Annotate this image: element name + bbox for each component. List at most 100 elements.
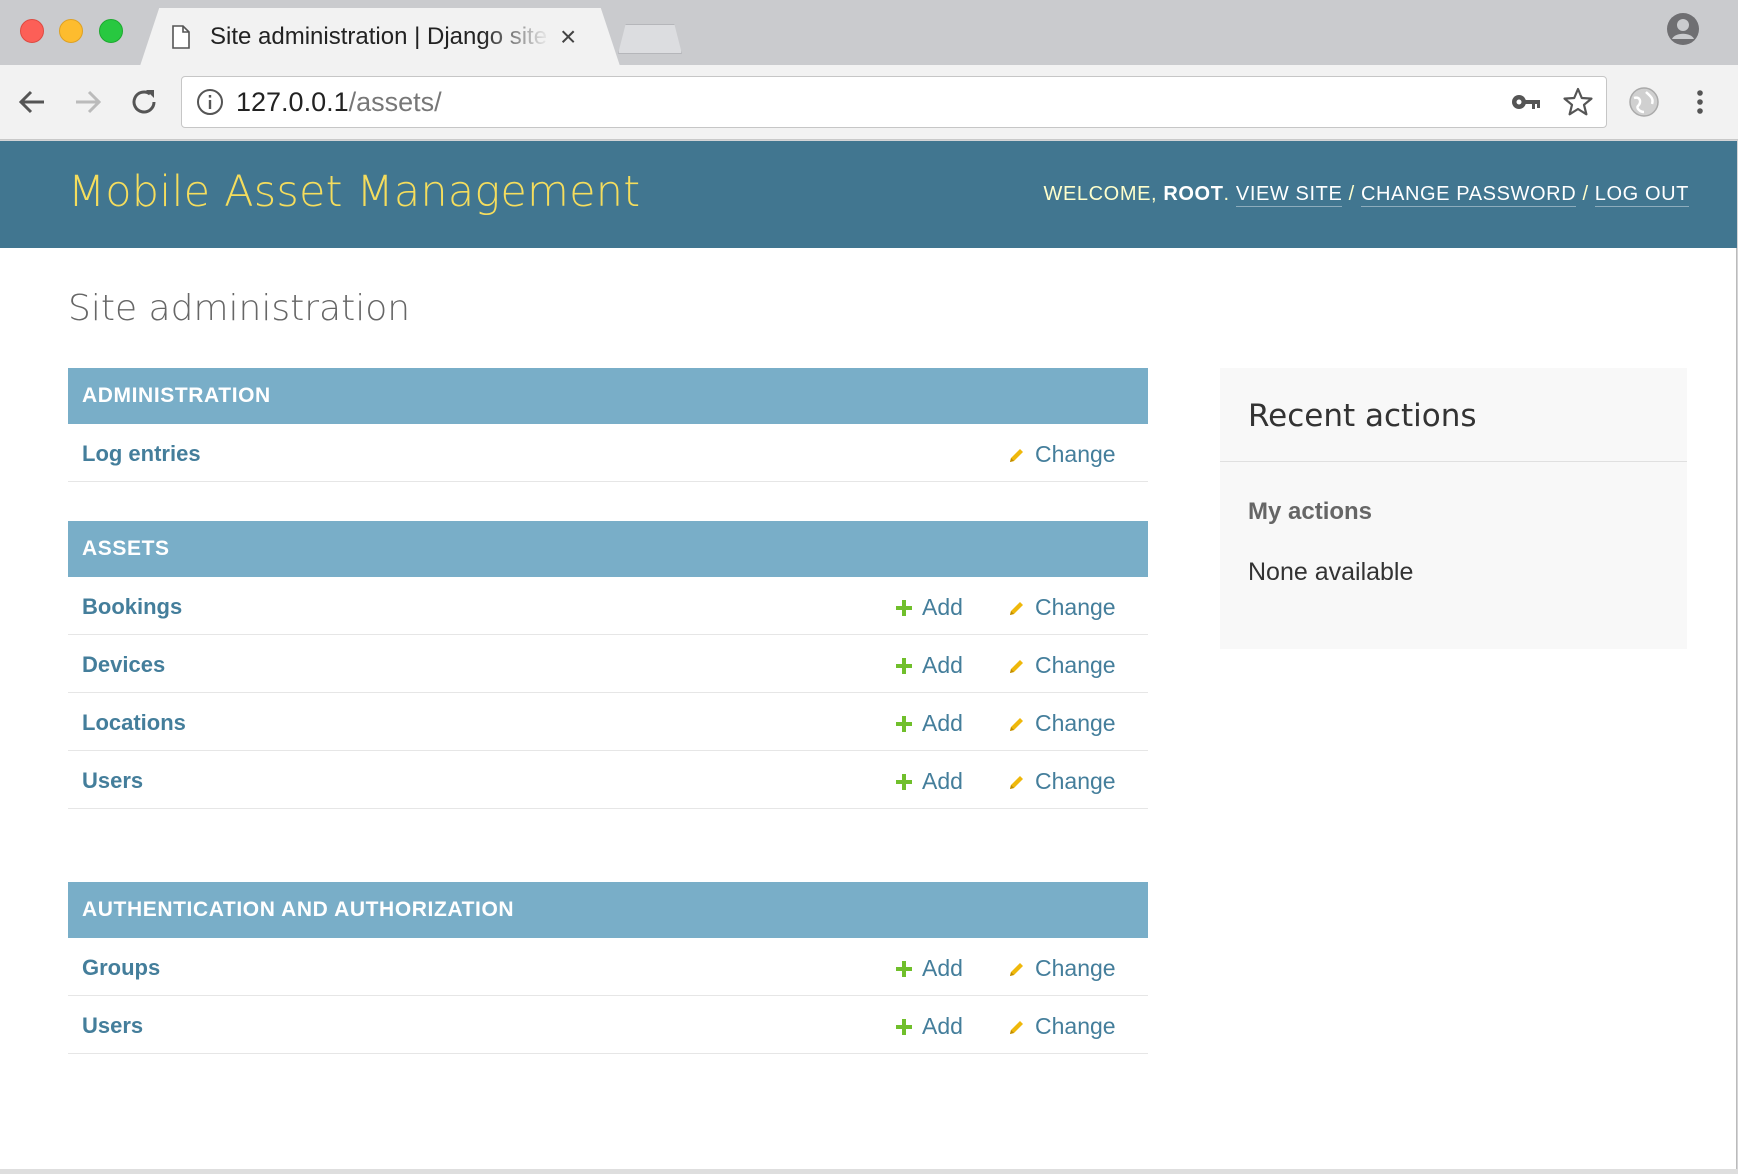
plus-icon bbox=[896, 960, 912, 977]
model-row-bookings: Bookings Add Change bbox=[68, 577, 1148, 635]
address-bar[interactable]: 127.0.0.1/assets/ bbox=[181, 76, 1607, 128]
bottom-strip bbox=[0, 1169, 1738, 1174]
username: root bbox=[1163, 183, 1224, 205]
recent-actions-title: Recent actions bbox=[1248, 398, 1477, 434]
url-text[interactable]: 127.0.0.1/assets/ bbox=[236, 87, 442, 118]
model-link[interactable]: Users bbox=[82, 1013, 143, 1039]
change-link[interactable]: Change bbox=[1009, 955, 1116, 982]
new-tab-button[interactable] bbox=[618, 24, 682, 54]
maximize-window-button[interactable] bbox=[99, 19, 123, 43]
pencil-icon bbox=[1010, 601, 1023, 615]
module-caption[interactable]: Authentication and Authorization bbox=[68, 882, 1148, 938]
plus-icon bbox=[896, 657, 912, 674]
active-tab-content[interactable]: Site administration | Django site admin … bbox=[172, 18, 592, 56]
close-window-button[interactable] bbox=[20, 19, 44, 43]
pencil-icon bbox=[1010, 717, 1023, 731]
info-icon[interactable] bbox=[196, 88, 224, 116]
page-content: Mobile Asset Management Welcome, root. V… bbox=[0, 141, 1737, 1169]
site-branding[interactable]: Mobile Asset Management bbox=[68, 167, 640, 217]
change-password-link[interactable]: Change password bbox=[1360, 183, 1577, 207]
add-link[interactable]: Add bbox=[896, 594, 963, 621]
change-link[interactable]: Change bbox=[1009, 710, 1116, 737]
model-link[interactable]: Groups bbox=[82, 955, 160, 981]
minimize-window-button[interactable] bbox=[59, 19, 83, 43]
change-link[interactable]: Change bbox=[1009, 768, 1116, 795]
model-row-devices: Devices Add Change bbox=[68, 635, 1148, 693]
url-host: 127.0.0.1 bbox=[236, 86, 349, 117]
slash-separator: / bbox=[1348, 183, 1355, 205]
back-arrow-icon[interactable] bbox=[14, 84, 50, 120]
model-link[interactable]: Locations bbox=[82, 710, 186, 736]
change-label: Change bbox=[1035, 768, 1116, 794]
add-label: Add bbox=[922, 1013, 963, 1039]
add-link[interactable]: Add bbox=[896, 652, 963, 679]
menu-dots-icon[interactable] bbox=[1690, 86, 1710, 118]
model-link[interactable]: Devices bbox=[82, 652, 165, 678]
plus-icon bbox=[896, 773, 912, 790]
model-link[interactable]: Log entries bbox=[82, 441, 201, 467]
profile-icon[interactable] bbox=[1666, 12, 1700, 46]
add-link[interactable]: Add bbox=[896, 1013, 963, 1040]
forward-arrow-icon[interactable] bbox=[70, 84, 106, 120]
view-site-link[interactable]: View site bbox=[1235, 183, 1343, 207]
tab-title: Site administration | Django site admin bbox=[210, 23, 550, 50]
plus-icon bbox=[896, 599, 912, 616]
add-label: Add bbox=[922, 710, 963, 736]
page-title: Site administration bbox=[68, 288, 411, 329]
change-link[interactable]: Change bbox=[1009, 652, 1116, 679]
change-link[interactable]: Change bbox=[1009, 1013, 1116, 1040]
module-assets: Assets Bookings Add Change Devices Add bbox=[68, 521, 1148, 809]
key-icon[interactable] bbox=[1510, 88, 1542, 116]
pencil-icon bbox=[1010, 775, 1023, 789]
user-tools: Welcome, root. View site / Change passwo… bbox=[1043, 183, 1689, 207]
welcome-text: Welcome, bbox=[1043, 183, 1158, 205]
model-row-locations: Locations Add Change bbox=[68, 693, 1148, 751]
browser-window: Site administration | Django site admin … bbox=[0, 0, 1738, 1174]
model-row-log-entries: Log entries Change bbox=[68, 424, 1148, 482]
slash-separator: / bbox=[1582, 183, 1589, 205]
pencil-icon bbox=[1010, 448, 1023, 462]
add-link[interactable]: Add bbox=[896, 955, 963, 982]
model-link[interactable]: Bookings bbox=[82, 594, 182, 620]
change-label: Change bbox=[1035, 652, 1116, 678]
document-icon bbox=[172, 25, 190, 49]
admin-header: Mobile Asset Management Welcome, root. V… bbox=[0, 141, 1737, 248]
model-link[interactable]: Users bbox=[82, 768, 143, 794]
welcome-dot: . bbox=[1223, 183, 1230, 205]
change-label: Change bbox=[1035, 710, 1116, 736]
pencil-icon bbox=[1010, 962, 1023, 976]
change-label: Change bbox=[1035, 441, 1116, 467]
change-label: Change bbox=[1035, 594, 1116, 620]
change-label: Change bbox=[1035, 955, 1116, 981]
url-path: /assets/ bbox=[348, 86, 442, 117]
add-link[interactable]: Add bbox=[896, 768, 963, 795]
module-caption[interactable]: Assets bbox=[68, 521, 1148, 577]
log-out-link[interactable]: Log out bbox=[1594, 183, 1689, 207]
model-row-groups: Groups Add Change bbox=[68, 938, 1148, 996]
add-label: Add bbox=[922, 955, 963, 981]
plus-icon bbox=[896, 1018, 912, 1035]
module-caption[interactable]: Administration bbox=[68, 368, 1148, 424]
extension-globe-icon[interactable] bbox=[1628, 86, 1660, 118]
my-actions-heading: My actions bbox=[1248, 498, 1373, 525]
pencil-icon bbox=[1010, 659, 1023, 673]
pencil-icon bbox=[1010, 1020, 1023, 1034]
model-row-auth-users: Users Add Change bbox=[68, 996, 1148, 1054]
add-label: Add bbox=[922, 768, 963, 794]
tab-strip: Site administration | Django site admin … bbox=[0, 0, 1738, 66]
plus-icon bbox=[896, 715, 912, 732]
bookmark-star-icon[interactable] bbox=[1562, 86, 1594, 118]
module-authentication: Authentication and Authorization Groups … bbox=[68, 882, 1148, 1054]
change-link[interactable]: Change bbox=[1009, 594, 1116, 621]
model-row-users: Users Add Change bbox=[68, 751, 1148, 809]
tab-close-button[interactable]: × bbox=[560, 23, 576, 51]
change-link[interactable]: Change bbox=[1009, 441, 1116, 468]
add-label: Add bbox=[922, 652, 963, 678]
change-label: Change bbox=[1035, 1013, 1116, 1039]
recent-actions-panel: Recent actions My actions None available bbox=[1220, 368, 1687, 649]
reload-icon[interactable] bbox=[126, 84, 162, 120]
module-administration: Administration Log entries Change bbox=[68, 368, 1148, 482]
add-link[interactable]: Add bbox=[896, 710, 963, 737]
no-actions-text: None available bbox=[1248, 558, 1414, 586]
add-label: Add bbox=[922, 594, 963, 620]
